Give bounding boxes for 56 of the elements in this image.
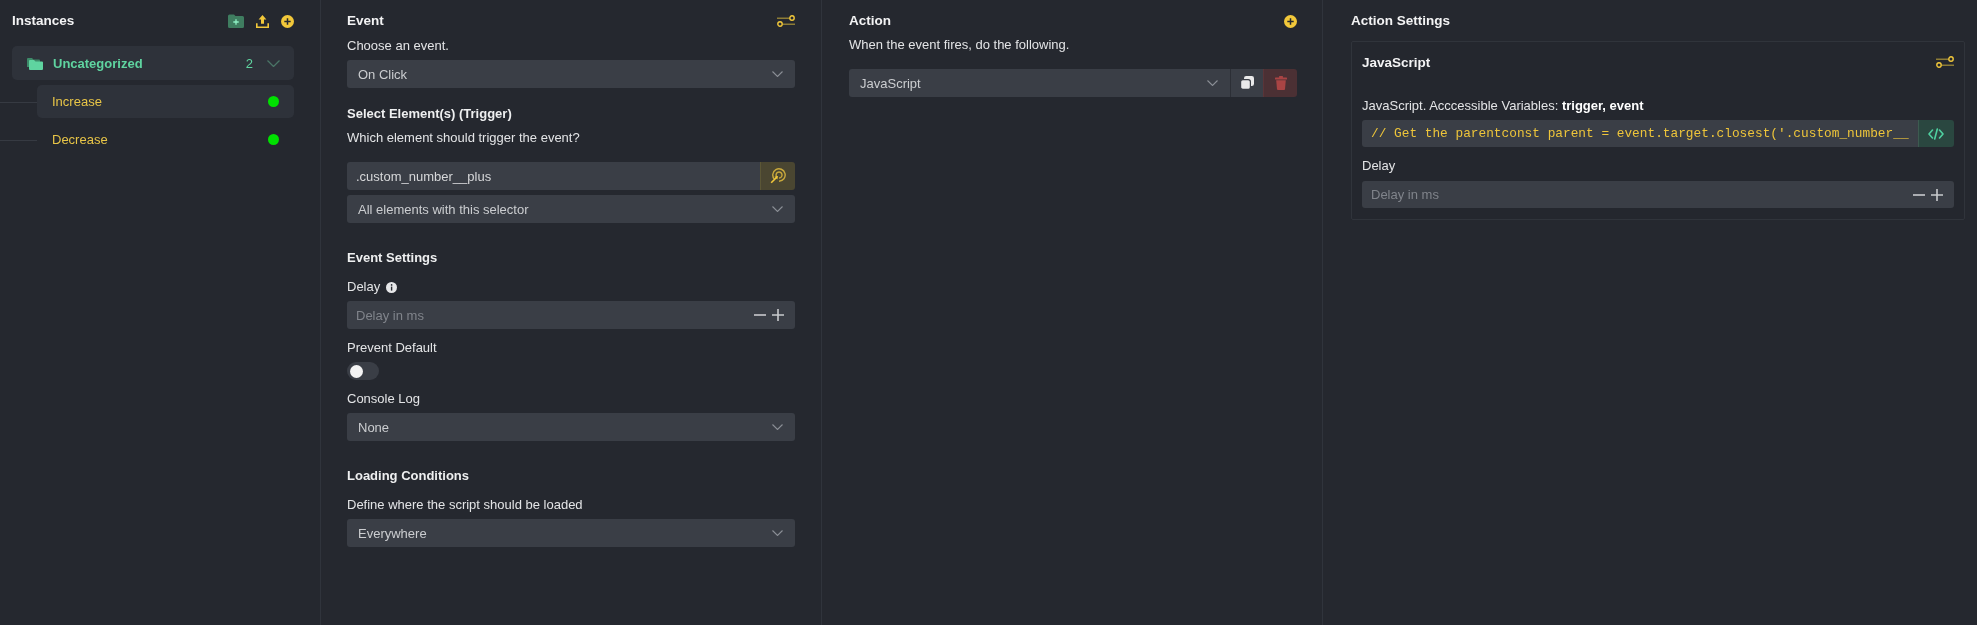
open-editor-button[interactable] [1917,120,1954,147]
chevron-down-icon [772,206,783,212]
section-heading: Select Element(s) (Trigger) [347,105,512,123]
section-heading: Loading Conditions [347,467,470,485]
dropdown[interactable]: None [347,413,795,441]
folder-name: Uncategorized [53,55,143,71]
add-circle-icon[interactable] [1284,14,1297,28]
element-picker-button[interactable] [760,162,795,190]
section-heading: Event Settings [347,249,438,267]
target-icon [770,168,786,184]
chevron-down-icon [772,424,783,430]
field-label: Define where the script should be loaded [347,496,583,514]
chevron-down-icon [1207,80,1218,86]
dropdown[interactable]: All elements with this selector [347,195,795,223]
sliders-icon[interactable] [1935,56,1954,68]
code-preview[interactable]: // Get the parentconst parent = event.target.closest('.custom_number__ [1362,120,1918,147]
plus-icon [772,309,784,321]
sidebar-title: Instances [12,12,75,30]
panel-title: Action [849,12,891,30]
code-label: JavaScript. Acccessible Variables: trigger, event [1362,97,1644,115]
selector-input[interactable]: .custom_number__plus [347,162,760,190]
delay-input[interactable]: Delay in ms [347,301,750,329]
increment-button[interactable] [1926,181,1954,208]
card-title: JavaScript [1362,54,1431,70]
action-type-dropdown[interactable]: JavaScript [849,69,1230,97]
upload-icon[interactable] [256,14,269,28]
field-label: Choose an event. [347,37,449,55]
copy-icon [1240,76,1254,90]
toggle-switch[interactable] [347,362,379,380]
folder-plus-icon[interactable] [228,14,244,28]
field-label: Prevent Default [347,339,437,357]
chevron-icon[interactable] [267,59,280,67]
panel-title: Action Settings [1351,12,1450,30]
sliders-icon[interactable] [777,15,795,27]
minus-icon [1912,193,1925,196]
field-label: Delay [347,278,381,296]
panel-title: Event [347,12,384,30]
dropdown[interactable]: On Click [347,60,795,88]
dropdown[interactable]: Everywhere [347,519,795,547]
minus-icon [754,314,766,316]
item-count: 2 [245,55,253,71]
trash-icon [1274,76,1287,90]
field-label: Console Log [347,390,420,408]
increment-button[interactable] [768,301,795,329]
folder-header[interactable]: Uncategorized 2 [12,46,294,80]
code-icon [1928,127,1945,140]
chevron-down-icon [772,71,783,77]
duplicate-button[interactable] [1230,69,1263,97]
field-label: Which element should trigger the event? [347,129,580,147]
chevron-down-icon [772,530,783,536]
plus-icon [1930,188,1943,201]
folder-icon [27,56,43,70]
field-label: Delay [1362,157,1396,175]
panel-description: When the event fires, do the following. [849,36,1070,54]
add-circle-icon[interactable] [281,14,294,28]
delay-input[interactable]: Delay in ms [1362,181,1909,208]
